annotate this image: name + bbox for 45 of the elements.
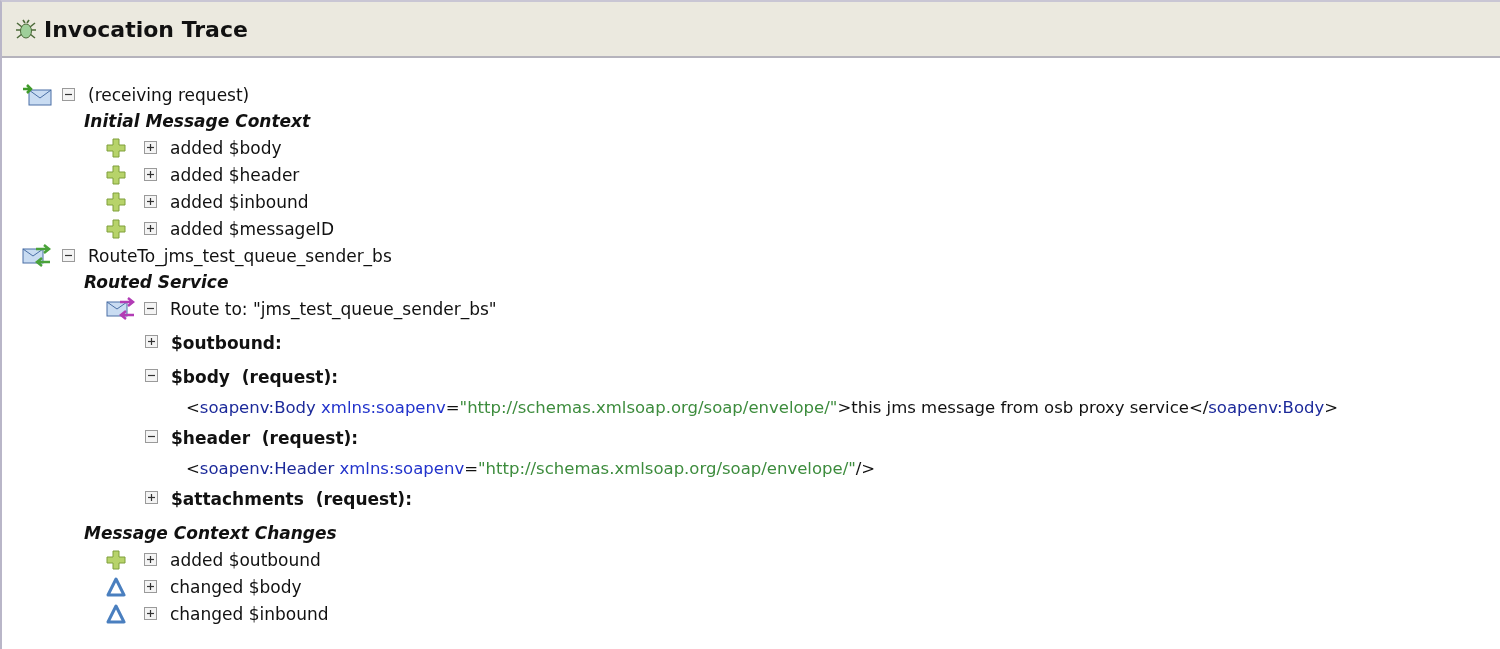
tree-item-label[interactable]: added $body	[170, 137, 282, 158]
panel-title: Invocation Trace	[44, 16, 248, 42]
tree-item-label[interactable]: changed $inbound	[170, 603, 329, 624]
tree-item-label[interactable]: changed $body	[170, 576, 302, 597]
expand-toggle-icon[interactable]	[145, 491, 158, 504]
tree-item-label[interactable]: Route to: "jms_test_queue_sender_bs"	[170, 298, 497, 319]
collapse-toggle-icon[interactable]	[62, 88, 75, 101]
expand-toggle-icon[interactable]	[144, 553, 157, 566]
xml-code-line: <soapenv:Header xmlns:soapenv="http://schemas.xmlsoap.org/soap/envelope/"/>	[185, 458, 877, 480]
variable-label[interactable]: $body (request):	[171, 367, 339, 387]
delta-icon	[106, 603, 126, 624]
collapse-toggle-icon[interactable]	[145, 430, 158, 443]
collapse-toggle-icon[interactable]	[144, 302, 157, 315]
plus-icon	[106, 164, 126, 185]
bug-icon	[14, 17, 38, 41]
xml-code-line: <soapenv:Body xmlns:soapenv="http://schemas.xmlsoap.org/soap/envelope/">this jms message from osb proxy service</soapenv:Body>	[185, 397, 1340, 419]
tree-item-label[interactable]: (receiving request)	[88, 84, 250, 105]
expand-toggle-icon[interactable]	[144, 607, 157, 620]
tree-item-label[interactable]: added $messageID	[170, 218, 334, 239]
expand-toggle-icon[interactable]	[144, 195, 157, 208]
tree-item-label[interactable]: added $outbound	[170, 549, 321, 570]
delta-icon	[106, 576, 126, 597]
variable-label[interactable]: $outbound:	[171, 333, 282, 353]
section-heading: Routed Service	[83, 271, 230, 294]
tree-item-label[interactable]: added $inbound	[170, 191, 309, 212]
envelope-arrows-icon	[22, 242, 52, 269]
expand-toggle-icon[interactable]	[144, 141, 157, 154]
section-heading: Initial Message Context	[83, 110, 312, 133]
envelope-arrow-icon	[22, 83, 52, 106]
expand-toggle-icon[interactable]	[144, 222, 157, 235]
collapse-toggle-icon[interactable]	[62, 249, 75, 262]
collapse-toggle-icon[interactable]	[145, 369, 158, 382]
plus-icon	[106, 549, 126, 570]
tree-item-label[interactable]: added $header	[170, 164, 300, 185]
plus-icon	[106, 191, 126, 212]
variable-label[interactable]: $header (request):	[171, 428, 359, 448]
plus-icon	[106, 218, 126, 239]
envelope-arrows-icon	[106, 295, 136, 322]
expand-toggle-icon[interactable]	[144, 580, 157, 593]
tree-item-label[interactable]: RouteTo_jms_test_queue_sender_bs	[88, 245, 392, 266]
plus-icon	[106, 137, 126, 158]
section-heading: Message Context Changes	[83, 522, 338, 545]
expand-toggle-icon[interactable]	[144, 168, 157, 181]
expand-toggle-icon[interactable]	[145, 335, 158, 348]
variable-label[interactable]: $attachments (request):	[171, 489, 412, 509]
